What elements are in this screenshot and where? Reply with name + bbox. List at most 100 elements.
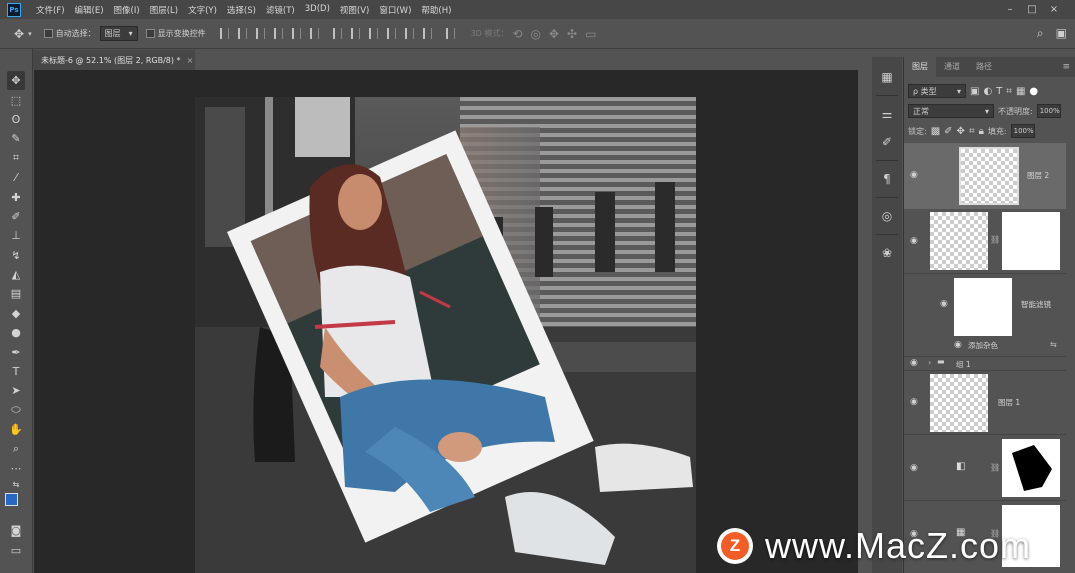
menu-type[interactable]: 文字(Y) xyxy=(188,4,217,16)
visibility-eye-icon[interactable]: ◉ xyxy=(910,358,918,368)
layer-row-group1[interactable]: ◉ › ▬ 组 1 xyxy=(904,356,1066,370)
pixel-filter-icon[interactable]: ▣ xyxy=(970,86,979,97)
menu-view[interactable]: 视图(V) xyxy=(340,4,369,16)
search-icon[interactable]: ⌕ xyxy=(1037,26,1044,41)
align-left-icon[interactable] xyxy=(273,28,283,39)
adjustments-panel-icon[interactable]: ◎ xyxy=(875,204,899,228)
menu-filter[interactable]: 滤镜(T) xyxy=(266,4,295,16)
align-bottom-icon[interactable] xyxy=(255,28,265,39)
link-icon[interactable]: ⛓ xyxy=(990,463,1000,472)
lasso-tool-icon[interactable]: ʘ xyxy=(7,110,25,129)
quick-select-tool-icon[interactable]: ✎ xyxy=(7,129,25,148)
distribute-hcenter-icon[interactable] xyxy=(404,28,414,39)
type-filter-icon[interactable]: T xyxy=(996,86,1002,97)
show-transform-checkbox[interactable] xyxy=(145,29,155,38)
brush-panel-icon[interactable]: ✐ xyxy=(875,130,899,154)
tab-layers[interactable]: 图层 xyxy=(904,57,936,77)
menu-edit[interactable]: 编辑(E) xyxy=(75,4,104,16)
tab-channels[interactable]: 通道 xyxy=(936,57,968,77)
eraser-tool-icon[interactable]: ◭ xyxy=(7,265,25,284)
menu-file[interactable]: 文件(F) xyxy=(36,4,65,16)
auto-select-checkbox[interactable] xyxy=(43,29,53,38)
swap-colors-icon[interactable]: ⇆ xyxy=(7,478,25,490)
marquee-tool-icon[interactable]: ⬚ xyxy=(7,90,25,109)
blend-mode-dropdown[interactable]: 正常 ▾ xyxy=(908,104,994,118)
layer-row-smart-object[interactable]: ◉ ⛓ xyxy=(904,209,1066,274)
brush-tool-icon[interactable]: ✐ xyxy=(7,207,25,226)
swatches-panel-icon[interactable]: ❀ xyxy=(875,241,899,265)
auto-align-icon[interactable] xyxy=(445,28,455,39)
canvas-area[interactable] xyxy=(34,70,858,573)
eyedropper-tool-icon[interactable]: ⁄ xyxy=(7,168,25,187)
visibility-eye-icon[interactable]: ◉ xyxy=(940,299,948,309)
blur-tool-icon[interactable]: ◆ xyxy=(7,304,25,323)
3d-camera-icon[interactable]: ▭ xyxy=(585,27,596,41)
crop-tool-icon[interactable]: ⌗ xyxy=(7,149,25,168)
distribute-bottom-icon[interactable] xyxy=(368,28,378,39)
chevron-down-icon[interactable]: ▾ xyxy=(28,30,32,38)
maximize-button[interactable]: □ xyxy=(1021,4,1043,15)
color-swatches[interactable] xyxy=(5,493,27,515)
panel-menu-icon[interactable]: ≡ xyxy=(1062,57,1070,77)
properties-panel-icon[interactable]: ⚌ xyxy=(875,102,899,126)
visibility-eye-icon[interactable]: ◉ xyxy=(954,340,962,350)
adjustment-filter-icon[interactable]: ◐ xyxy=(983,86,992,97)
quick-mask-icon[interactable]: ◙ xyxy=(7,521,25,540)
document-tab[interactable]: 未标题-6 @ 52.1% (图层 2, RGB/8) * × xyxy=(33,50,195,70)
screen-mode-icon[interactable]: ▭ xyxy=(7,541,25,560)
clone-stamp-tool-icon[interactable]: ⊥ xyxy=(7,226,25,245)
dodge-tool-icon[interactable]: ● xyxy=(7,323,25,342)
distribute-left-icon[interactable] xyxy=(386,28,396,39)
menu-select[interactable]: 选择(S) xyxy=(227,4,256,16)
smart-object-filter-icon[interactable]: ▦ xyxy=(1016,86,1025,97)
tab-paths[interactable]: 路径 xyxy=(968,57,1000,77)
align-top-icon[interactable] xyxy=(219,28,229,39)
3d-drag-icon[interactable]: ✥ xyxy=(549,27,559,41)
layer-mask-thumbnail[interactable] xyxy=(1002,439,1060,497)
lock-artboard-icon[interactable]: ⌗ xyxy=(969,126,975,137)
menu-window[interactable]: 窗口(W) xyxy=(379,4,411,16)
workspace-icon[interactable]: ▣ xyxy=(1056,26,1067,41)
3d-slide-icon[interactable]: ✣ xyxy=(567,27,577,41)
chevron-right-icon[interactable]: › xyxy=(928,358,931,367)
path-select-tool-icon[interactable]: ➤ xyxy=(7,381,25,400)
menu-image[interactable]: 图像(I) xyxy=(114,4,140,16)
align-vcenter-icon[interactable] xyxy=(237,28,247,39)
distribute-right-icon[interactable] xyxy=(422,28,432,39)
3d-roll-icon[interactable]: ◎ xyxy=(530,27,540,41)
close-button[interactable]: × xyxy=(1043,4,1065,15)
layer-mask-thumbnail[interactable] xyxy=(1002,212,1060,270)
lock-all-icon[interactable]: 🔒︎ xyxy=(979,126,984,137)
character-panel-icon[interactable]: ¶ xyxy=(875,167,899,191)
fill-input[interactable]: 100% xyxy=(1010,124,1035,138)
visibility-eye-icon[interactable]: ◉ xyxy=(910,170,918,180)
healing-tool-icon[interactable]: ✚ xyxy=(7,187,25,206)
filter-toggle-icon[interactable]: ● xyxy=(1029,86,1038,97)
layer-row-mask[interactable]: ◉ ◧ ⛓ xyxy=(904,434,1066,500)
document-canvas[interactable] xyxy=(195,97,696,573)
menu-layer[interactable]: 图层(L) xyxy=(150,4,178,16)
align-hcenter-icon[interactable] xyxy=(291,28,301,39)
history-panel-icon[interactable]: ▦ xyxy=(875,65,899,89)
filter-kind-dropdown[interactable]: ρ 类型 ▾ xyxy=(908,84,966,98)
visibility-eye-icon[interactable]: ◉ xyxy=(910,463,918,473)
menu-3d[interactable]: 3D(D) xyxy=(305,4,330,16)
distribute-top-icon[interactable] xyxy=(332,28,342,39)
shape-tool-icon[interactable]: ⬭ xyxy=(7,401,25,420)
distribute-vcenter-icon[interactable] xyxy=(350,28,360,39)
3d-orbit-icon[interactable]: ⟲ xyxy=(512,27,522,41)
lock-position-icon[interactable]: ✥ xyxy=(957,126,965,137)
align-right-icon[interactable] xyxy=(309,28,319,39)
visibility-eye-icon[interactable]: ◉ xyxy=(910,397,918,407)
history-brush-tool-icon[interactable]: ↯ xyxy=(7,246,25,265)
type-tool-icon[interactable]: T xyxy=(7,362,25,381)
minimize-button[interactable]: – xyxy=(999,4,1021,15)
filter-options-icon[interactable]: ⇆ xyxy=(1050,340,1057,349)
lock-pixels-icon[interactable]: ✐ xyxy=(944,126,952,137)
gradient-tool-icon[interactable]: ▤ xyxy=(7,284,25,303)
move-tool-icon[interactable]: ✥ xyxy=(7,71,25,91)
move-tool-icon[interactable]: ✥ xyxy=(14,27,24,41)
opacity-input[interactable]: 100% xyxy=(1036,104,1061,118)
zoom-tool-icon[interactable]: ⌕ xyxy=(7,439,25,458)
shape-filter-icon[interactable]: ⌗ xyxy=(1006,86,1012,97)
